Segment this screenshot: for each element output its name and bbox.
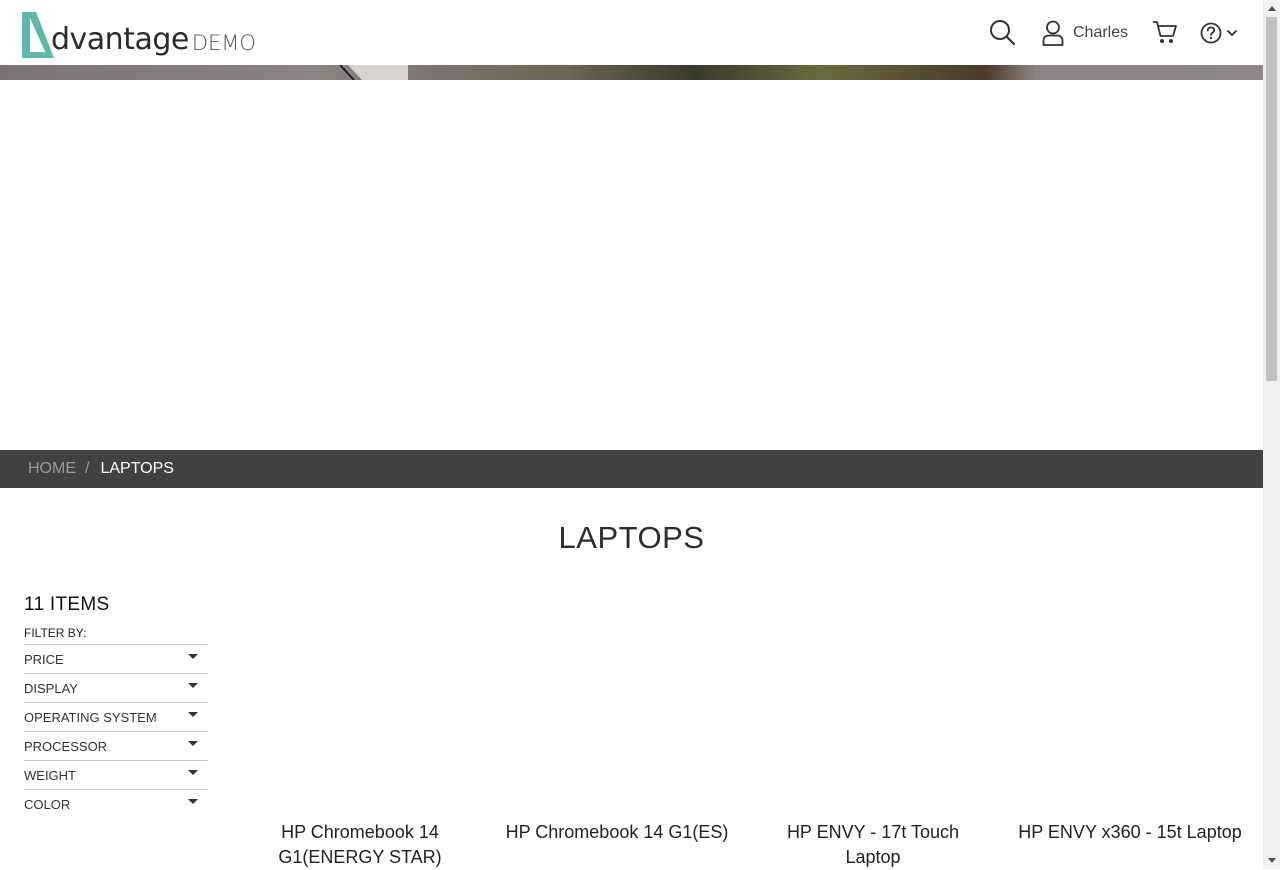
filter-price[interactable]: PRICE [24,645,208,674]
cart-button[interactable] [1152,20,1178,45]
search-icon [990,20,1016,46]
caret-down-icon [188,770,198,775]
logo-demo-label: DEMO [191,31,256,55]
filter-display[interactable]: DISPLAY [24,674,208,703]
user-icon [1042,20,1064,46]
filter-label: OPERATING SYSTEM [24,710,157,725]
scroll-down-arrow-icon[interactable] [1263,852,1280,869]
filter-label: PRICE [24,652,64,667]
logo-wordmark: dvantage [51,22,189,57]
scroll-up-arrow-icon[interactable] [1263,0,1280,17]
user-name: Charles [1073,23,1129,41]
product-name-link[interactable]: HP Chromebook 14 G1(ES) [502,820,732,845]
filter-by-label: FILTER BY: [24,626,208,645]
breadcrumb-current: LAPTOPS [100,460,174,477]
product-name-link[interactable]: HP ENVY - 17t Touch Laptop [758,820,988,870]
hero-image-detail [339,65,408,80]
chevron-down-icon [1226,29,1238,36]
filter-sidebar: 11 ITEMS FILTER BY: PRICE DISPLAY OPERAT… [24,594,208,818]
help-icon [1200,22,1222,43]
hero-banner [0,65,1263,80]
scrollbar-thumb[interactable] [1266,17,1277,381]
caret-down-icon [188,712,198,717]
caret-down-icon [188,683,198,688]
logo-mark-icon [22,12,54,58]
filter-label: COLOR [24,797,71,812]
cart-icon [1153,21,1177,43]
breadcrumb-separator: / [85,460,90,477]
page-title: LAPTOPS [558,520,705,555]
caret-down-icon [188,799,198,804]
logo[interactable]: dvantage DEMO [22,8,256,58]
filter-label: PROCESSOR [24,739,108,754]
search-button[interactable] [989,19,1016,46]
user-menu-button[interactable]: Charles [1042,20,1128,46]
filter-operating-system[interactable]: OPERATING SYSTEM [24,703,208,732]
help-menu-button[interactable] [1200,22,1238,44]
breadcrumb-home-link[interactable]: HOME [28,460,76,478]
filter-label: WEIGHT [24,768,76,783]
vertical-scrollbar[interactable] [1263,0,1280,869]
product-name-link[interactable]: HP ENVY x360 - 15t Laptop [1015,820,1245,845]
filter-label: DISPLAY [24,681,78,696]
caret-down-icon [188,654,198,659]
filter-weight[interactable]: WEIGHT [24,761,208,790]
product-name-link[interactable]: HP Chromebook 14 G1(ENERGY STAR) [245,820,475,870]
site-header: dvantage DEMO Charles [0,0,1263,65]
filter-processor[interactable]: PROCESSOR [24,732,208,761]
items-count: 11 ITEMS [24,594,110,615]
breadcrumb: HOME / LAPTOPS [0,450,1263,488]
caret-down-icon [188,741,198,746]
filter-color[interactable]: COLOR [24,790,208,818]
